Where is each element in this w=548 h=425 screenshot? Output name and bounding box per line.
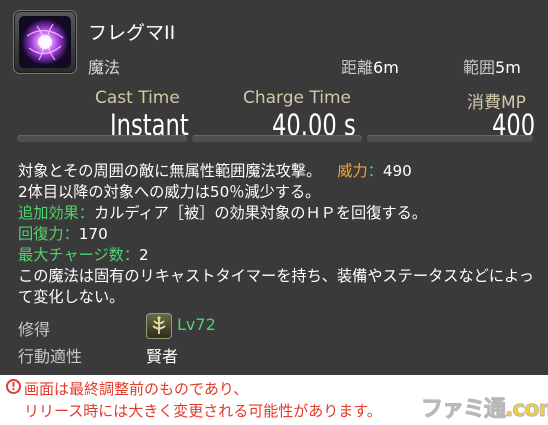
additional-effect-text: カルディア［被］の効果対象のＨＰを回復する。 bbox=[93, 204, 427, 222]
action-tooltip: フレグマII 魔法 距離6m 範囲5m Cast Time Charge Tim… bbox=[0, 0, 548, 375]
acquired-level: Lv72 bbox=[177, 315, 216, 334]
additional-effect-label: 追加効果 bbox=[18, 204, 79, 222]
max-charges-colon: ： bbox=[123, 246, 140, 264]
potency-label: 威力 bbox=[337, 162, 368, 180]
cure-potency-colon: ： bbox=[63, 225, 79, 243]
mp-cost-bar bbox=[367, 135, 533, 142]
description: 対象とその周囲の敵に無属性範囲魔法攻撃。 威力：490 2体目以降の対象への威力は… bbox=[18, 161, 538, 308]
sage-job-icon bbox=[146, 313, 172, 339]
range-value: 6m bbox=[373, 58, 399, 77]
affinity-job: 賢者 bbox=[146, 347, 179, 366]
exclamation-icon: ! bbox=[6, 379, 21, 394]
description-text: 対象とその周囲の敵に無属性範囲魔法攻撃。 bbox=[18, 162, 322, 180]
cure-potency-line: 回復力：170 bbox=[18, 224, 538, 245]
max-charges-label: 最大チャージ数 bbox=[18, 246, 124, 264]
cast-time-bar bbox=[17, 135, 187, 142]
range-info: 距離6m bbox=[341, 54, 399, 78]
potency-value: 490 bbox=[382, 162, 412, 180]
affinity-label: 行動適性 bbox=[18, 347, 83, 366]
potency-colon: ： bbox=[367, 162, 383, 180]
radius-value: 5m bbox=[495, 58, 521, 77]
description-line: 2体目以降の対象への威力は50％減少する。 bbox=[18, 183, 321, 201]
skill-type: 魔法 bbox=[88, 58, 121, 77]
cure-potency-label: 回復力 bbox=[18, 225, 64, 243]
recast-time-bar bbox=[192, 135, 362, 142]
radius-label: 範囲 bbox=[463, 58, 496, 77]
recast-time-label: Charge Time bbox=[243, 88, 352, 108]
additional-effect-colon: ： bbox=[78, 204, 94, 222]
max-charges-line: 最大チャージ数：2 bbox=[18, 245, 538, 266]
radius-info: 範囲5m bbox=[463, 54, 521, 78]
acquired-label: 修得 bbox=[18, 320, 51, 339]
max-charges-value: 2 bbox=[139, 246, 149, 264]
disclaimer-line-2: リリース時には大きく変更される可能性があります。 bbox=[24, 402, 382, 420]
phlegma-orb-icon bbox=[13, 10, 77, 74]
range-label: 距離 bbox=[341, 58, 374, 77]
additional-effect-line: 追加効果：カルディア［被］の効果対象のＨＰを回復する。 bbox=[18, 203, 538, 224]
famitsu-logo: ファミ通.com bbox=[420, 397, 548, 423]
skill-name: フレグマII bbox=[88, 22, 176, 44]
cure-potency-value: 170 bbox=[78, 225, 108, 243]
cast-time-label: Cast Time bbox=[95, 88, 180, 108]
description-line: この魔法は固有のリキャストタイマーを持ち、装備やステータスなどによって変化しない… bbox=[18, 267, 534, 306]
description-line: 対象とその周囲の敵に無属性範囲魔法攻撃。 威力：490 bbox=[18, 161, 538, 182]
disclaimer-line-1: 画面は最終調整前のものであり、 bbox=[24, 380, 249, 398]
